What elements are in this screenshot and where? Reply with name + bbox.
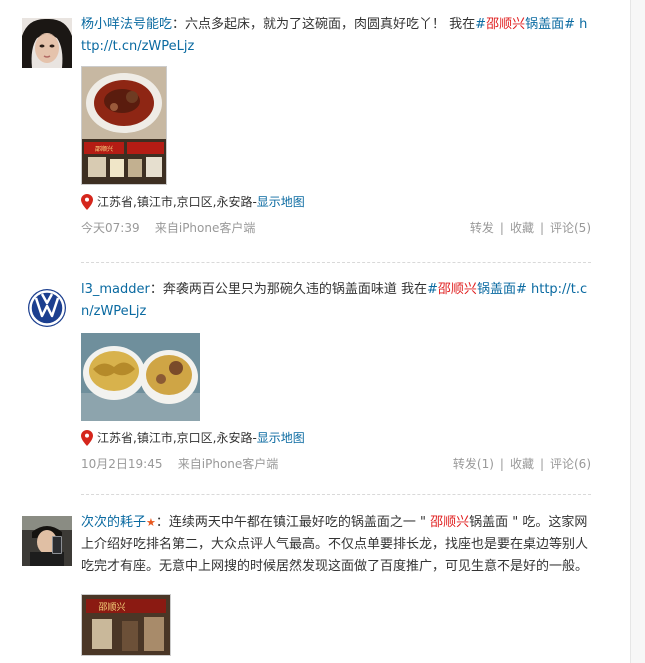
post-time[interactable]: 10月2日19:45 [81, 457, 163, 471]
page-right-edge [630, 0, 645, 663]
star-badge-icon[interactable]: ★ [146, 516, 156, 529]
post-source[interactable]: 来自iPhone客户端 [178, 457, 279, 471]
colon: ： [172, 17, 186, 32]
avatar[interactable] [22, 286, 72, 336]
repost-button[interactable]: 转发(1) [453, 457, 494, 471]
highlight-name: 邵顺兴 [430, 515, 470, 530]
shop-sign-text: 邵顺兴 [95, 145, 113, 153]
comment-button[interactable]: 评论(6) [550, 457, 591, 471]
location-row: 江苏省,镇江市,京口区,永安路 - 显示地图 [81, 429, 591, 447]
show-map-link[interactable]: 显示地图 [257, 429, 305, 447]
separator: | [539, 221, 544, 235]
location-pin-icon [81, 430, 93, 446]
post-meta: 今天07:39 来自iPhone客户端 转发 | 收藏 | 评论(5) [81, 219, 591, 237]
feed-divider [81, 262, 591, 263]
post-source[interactable]: 来自iPhone客户端 [155, 221, 256, 235]
post-content: 连续两天中午都在镇江最好吃的锅盖面之一 " [168, 515, 431, 530]
separator: | [539, 457, 544, 471]
location-text: 江苏省,镇江市,京口区,永安路 [97, 431, 253, 445]
post-text: l3_madder：奔袭两百公里只为那碗久违的锅盖面味道 我在#邵顺兴锅盖面# … [81, 279, 591, 323]
avatar[interactable] [22, 18, 72, 68]
repost-button[interactable]: 转发 [470, 221, 494, 235]
feed-divider [81, 494, 591, 495]
avatar[interactable] [22, 516, 72, 566]
post-thumbnail[interactable]: 邵顺兴 [81, 594, 171, 656]
location-text: 江苏省,镇江市,京口区,永安路 [97, 195, 253, 209]
post-meta: 10月2日19:45 来自iPhone客户端 转发(1) | 收藏 | 评论(6) [81, 455, 591, 473]
post-time[interactable]: 今天07:39 [81, 221, 140, 235]
post-text: 次次的耗子★：连续两天中午都在镇江最好吃的锅盖面之一 " 邵顺兴锅盖面 " 吃。… [81, 512, 591, 578]
separator: | [499, 457, 504, 471]
post-content: 六点多起床，就为了这碗面，肉圆真好吃丫！ 我在 [185, 17, 476, 32]
colon: ： [155, 515, 169, 530]
username-link[interactable]: 次次的耗子 [81, 515, 146, 530]
topic-link[interactable]: #邵顺兴锅盖面# [427, 282, 527, 297]
location-row: 江苏省,镇江市,京口区,永安路 - 显示地图 [81, 193, 591, 211]
volkswagen-logo-icon [22, 286, 72, 336]
post-thumbnail[interactable]: 邵顺兴 [81, 66, 167, 185]
colon: ： [149, 282, 163, 297]
post-thumbnail[interactable] [81, 333, 200, 421]
separator: | [499, 221, 504, 235]
show-map-link[interactable]: 显示地图 [257, 193, 305, 211]
username-link[interactable]: l3_madder [81, 282, 150, 297]
shop-sign-text: 邵顺兴 [98, 602, 125, 613]
username-link[interactable]: 杨小咩法号能吃 [81, 17, 172, 32]
post-text: 杨小咩法号能吃：六点多起床，就为了这碗面，肉圆真好吃丫！ 我在#邵顺兴锅盖面# … [81, 14, 591, 58]
location-pin-icon [81, 194, 93, 210]
post-content: 奔袭两百公里只为那碗久违的锅盖面味道 我在 [162, 282, 428, 297]
topic-link[interactable]: #邵顺兴锅盖面# [475, 17, 575, 32]
favorite-button[interactable]: 收藏 [510, 221, 534, 235]
comment-button[interactable]: 评论(5) [550, 221, 591, 235]
favorite-button[interactable]: 收藏 [510, 457, 534, 471]
